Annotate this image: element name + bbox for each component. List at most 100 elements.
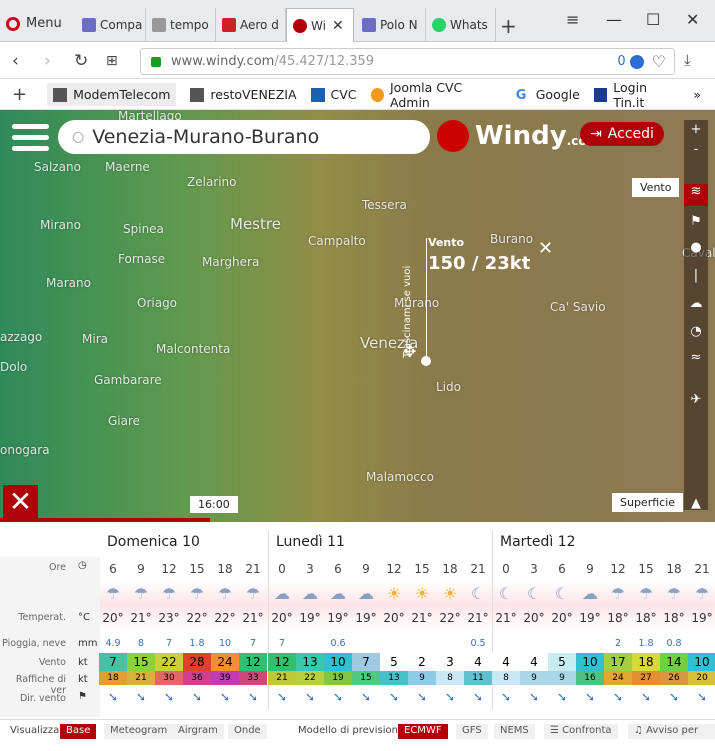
- reload-icon[interactable]: ↻: [74, 51, 88, 71]
- menu-label: Menu: [26, 16, 62, 31]
- search-box[interactable]: ○ Venezia-Murano-Burano: [58, 120, 430, 154]
- hour-cell: 21: [245, 562, 261, 576]
- close-tab-icon[interactable]: ✕: [332, 18, 344, 34]
- minimize-icon[interactable]: —: [606, 10, 622, 29]
- waves-icon[interactable]: ≈: [684, 350, 708, 372]
- model-gfs-button[interactable]: GFS: [456, 724, 488, 739]
- maximize-icon[interactable]: ☐: [646, 10, 660, 29]
- gust-cell: 16: [576, 671, 604, 685]
- gust-cell: 9: [548, 671, 576, 685]
- gust-cell: 9: [520, 671, 548, 685]
- bookmark-heart-icon[interactable]: ♡: [652, 52, 666, 71]
- zoom-in-icon[interactable]: +: [684, 122, 708, 144]
- altitude-label[interactable]: Superficie: [612, 493, 684, 512]
- adblock-icon[interactable]: [629, 54, 644, 69]
- alert-button[interactable]: ♫ Avviso per: [628, 724, 715, 739]
- mode-waves-button[interactable]: Onde: [228, 724, 267, 739]
- windy-logo[interactable]: Windy.com: [437, 120, 599, 152]
- login-button[interactable]: ⇥ Accedi: [580, 122, 664, 146]
- tab-polo[interactable]: Polo N: [356, 8, 426, 42]
- airport-icon[interactable]: ✈: [684, 392, 708, 414]
- bookmark-modemtelecom[interactable]: ModemTelecom: [47, 83, 177, 106]
- tab-menu-icon[interactable]: ≡: [566, 10, 579, 29]
- gust-cell: 11: [464, 671, 492, 685]
- gust-cell: 26: [660, 671, 688, 685]
- tab-compa[interactable]: Compa: [76, 8, 146, 42]
- direction-flag-icon: ⚑: [78, 691, 87, 702]
- wind-direction-arrow-icon: ➘: [444, 690, 456, 704]
- map-place-label: Mestre: [230, 215, 281, 233]
- bookmark-cvc[interactable]: CVC: [310, 87, 357, 102]
- picker-dot[interactable]: [421, 356, 431, 366]
- rain-cell: 1.8: [189, 638, 205, 649]
- zoom-out-icon[interactable]: -: [684, 142, 708, 164]
- close-forecast-button[interactable]: ✕: [3, 485, 38, 520]
- altitude-icon[interactable]: ▲: [684, 496, 708, 518]
- temperature-icon[interactable]: |: [684, 268, 708, 290]
- tab-tempo[interactable]: tempo: [146, 8, 216, 42]
- weather-icon: ☁: [358, 584, 374, 603]
- forward-icon[interactable]: ›: [44, 51, 51, 71]
- more-bookmarks-icon[interactable]: »: [693, 87, 701, 102]
- tab-windy-active[interactable]: Wi ✕: [286, 8, 354, 42]
- wind-direction-arrow-icon: ➘: [416, 690, 428, 704]
- tab-bar: Menu Compa tempo Aero d Wi ✕ Polo N Whats…: [0, 0, 715, 42]
- hamburger-menu-icon[interactable]: [12, 124, 49, 152]
- rain-cell: 1.8: [638, 638, 654, 649]
- temperature-cell: 19°: [691, 611, 713, 625]
- weather-map[interactable]: Martellago Salzano Maerne Zelarino Mirano Spi…: [0, 110, 715, 522]
- add-bookmark-icon[interactable]: +: [12, 84, 27, 105]
- hour-cell: 18: [217, 562, 233, 576]
- bookmark-tin[interactable]: Login Tin.it: [593, 80, 680, 110]
- speed-dial-icon[interactable]: ⊞: [106, 53, 118, 69]
- search-input[interactable]: Venezia-Murano-Burano: [92, 126, 319, 148]
- layer-toolbar: + - ≋ ⚑ ● | ☁ ◔ ≈ ✈ ▲: [684, 120, 708, 511]
- tab-favicon-icon: [432, 18, 446, 32]
- back-icon[interactable]: ‹: [12, 51, 19, 71]
- mode-airgram-button[interactable]: Airgram: [172, 724, 224, 739]
- tab-aero[interactable]: Aero d: [216, 8, 286, 42]
- hour-cell: 6: [334, 562, 342, 576]
- wind-direction-arrow-icon: ➘: [219, 690, 231, 704]
- search-icon: ○: [72, 129, 85, 145]
- bookmark-label: CVC: [330, 87, 357, 102]
- wind-direction-arrow-icon: ➘: [135, 690, 147, 704]
- adblock-count[interactable]: 0: [617, 54, 625, 69]
- tab-whatsapp[interactable]: Whats: [426, 8, 496, 42]
- bookmark-google[interactable]: G Google: [516, 87, 580, 103]
- weather-icon: ☂: [105, 584, 121, 603]
- cloud-icon[interactable]: ☁: [684, 296, 708, 318]
- temperature-cell: 23°: [158, 611, 180, 625]
- wind-unit: kt: [78, 657, 88, 668]
- picker-close-icon[interactable]: ✕: [538, 238, 553, 259]
- opera-menu-button[interactable]: Menu: [6, 16, 62, 31]
- model-nems-button[interactable]: NEMS: [494, 724, 535, 739]
- temperature-cell: 21°: [495, 611, 517, 625]
- bookmark-restovenezia[interactable]: restoVENEZIA: [190, 87, 297, 102]
- pressure-icon[interactable]: ◔: [684, 324, 708, 346]
- compare-button[interactable]: ☰ Confronta: [544, 724, 618, 739]
- download-icon[interactable]: ⤓: [684, 51, 691, 69]
- mode-base-button[interactable]: Base: [60, 724, 97, 739]
- gust-flag-icon[interactable]: ⚑: [684, 214, 708, 236]
- wind-direction-arrow-icon: ➘: [388, 690, 400, 704]
- wind-cell: 10: [576, 653, 604, 671]
- rain-drop-icon[interactable]: ●: [684, 240, 708, 262]
- model-ecmwf-button[interactable]: ECMWF: [398, 724, 448, 739]
- weather-icon: ☾: [470, 584, 486, 603]
- rain-cell: 7: [278, 638, 286, 649]
- tab-favicon-icon: [82, 18, 96, 32]
- gust-cell: 8: [492, 671, 520, 685]
- url-field[interactable]: www.windy.com/45.427/12.359 0 ♡: [140, 48, 675, 75]
- map-place-label: Marano: [46, 276, 91, 290]
- wind-layer-icon[interactable]: ≋: [684, 184, 708, 206]
- weather-icon: ☀: [442, 584, 458, 603]
- mode-meteogram-button[interactable]: Meteogram: [104, 724, 174, 739]
- hour-cell: 6: [109, 562, 117, 576]
- wind-direction-arrow-icon: ➘: [500, 690, 512, 704]
- bookmark-joomla[interactable]: Joomla CVC Admin: [370, 80, 502, 110]
- move-icon[interactable]: ✥: [403, 342, 416, 361]
- joomla-icon: [370, 87, 384, 102]
- new-tab-button[interactable]: +: [500, 14, 517, 38]
- close-window-icon[interactable]: ✕: [686, 10, 699, 29]
